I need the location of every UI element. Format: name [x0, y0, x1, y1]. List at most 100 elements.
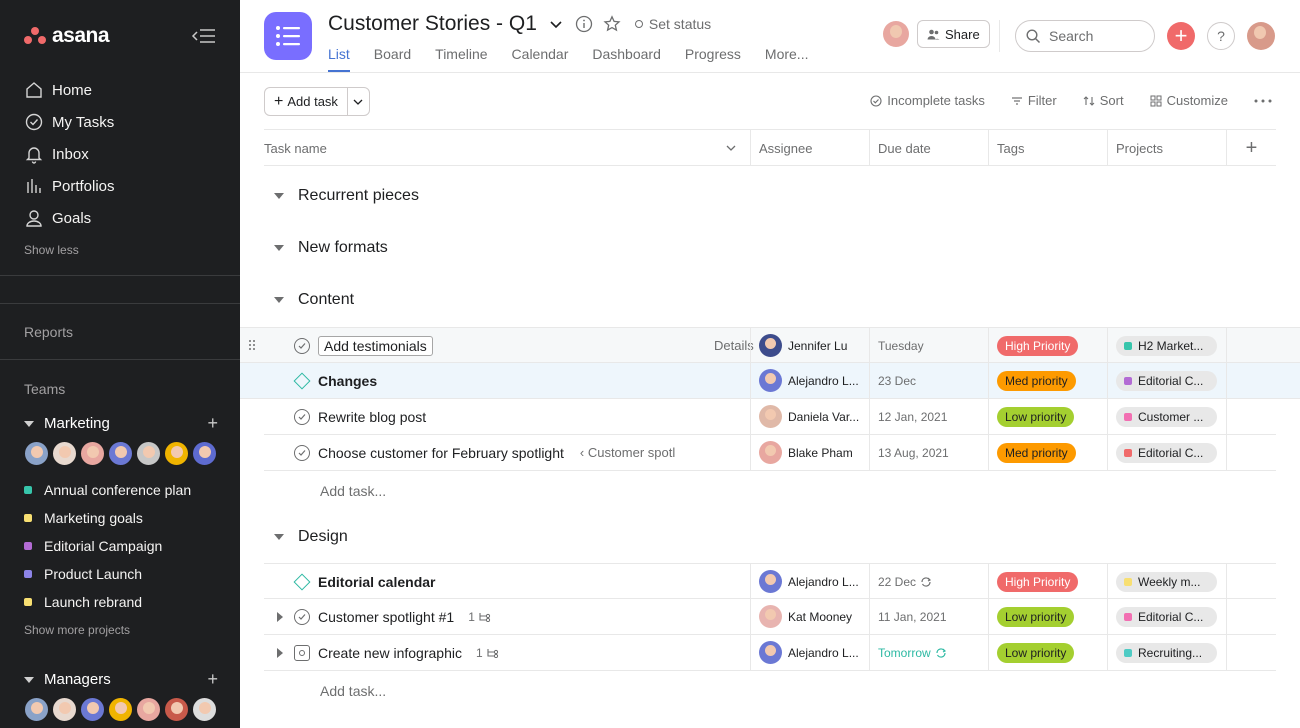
projects-cell[interactable]: Editorial C...	[1107, 599, 1226, 634]
chevron-down-icon[interactable]	[726, 145, 736, 151]
projects-cell[interactable]: Editorial C...	[1107, 435, 1226, 470]
star-icon[interactable]	[603, 15, 621, 33]
column-tags[interactable]: Tags	[988, 130, 1107, 166]
member-avatar[interactable]	[24, 441, 49, 466]
member-avatar[interactable]	[164, 697, 189, 722]
column-due-date[interactable]: Due date	[869, 130, 988, 166]
caret-down-icon[interactable]	[24, 420, 34, 427]
sidebar-project[interactable]: Editorial Campaign	[24, 532, 234, 560]
due-date-cell[interactable]: 22 Dec	[869, 564, 988, 599]
caret-down-icon[interactable]	[24, 676, 34, 683]
assignee-cell[interactable]: Alejandro L...	[750, 363, 869, 398]
table-row[interactable]: Add testimonials Details Jennifer Lu Tue…	[240, 327, 1300, 363]
project-pill[interactable]: Weekly m...	[1116, 571, 1217, 592]
tab-board[interactable]: Board	[374, 46, 411, 72]
project-pill[interactable]: Customer ...	[1116, 406, 1217, 427]
column-task-name[interactable]: Task name	[264, 130, 750, 166]
tab-calendar[interactable]: Calendar	[512, 46, 569, 72]
expand-subtasks-icon[interactable]	[277, 612, 283, 622]
complete-task-checkbox[interactable]	[294, 337, 310, 354]
sidebar-item-my-tasks[interactable]: My Tasks	[0, 106, 240, 138]
tag-pill[interactable]: Med priority	[997, 370, 1076, 391]
projects-cell[interactable]: Editorial C...	[1107, 363, 1226, 398]
due-date-cell[interactable]: 12 Jan, 2021	[869, 399, 988, 434]
table-row[interactable]: Create new infographic 1 Alejandro L... …	[264, 635, 1276, 671]
caret-down-icon[interactable]	[274, 297, 284, 303]
table-row[interactable]: Changes Alejandro L... 23 Dec Med priori…	[240, 363, 1300, 399]
task-name-cell[interactable]: Add testimonials	[294, 328, 750, 363]
tab-progress[interactable]: Progress	[685, 46, 741, 72]
sidebar-item-home[interactable]: Home	[0, 74, 240, 106]
project-pill[interactable]: Editorial C...	[1116, 442, 1217, 463]
show-less-link[interactable]: Show less	[0, 240, 240, 260]
expand-subtasks-icon[interactable]	[277, 648, 283, 658]
team-marketing-header[interactable]: Marketing +	[24, 413, 218, 434]
member-avatar[interactable]	[52, 697, 77, 722]
team-managers-header[interactable]: Managers +	[24, 669, 218, 690]
tag-pill[interactable]: Low priority	[997, 606, 1075, 627]
task-name-cell[interactable]: Customer spotlight #1 1	[294, 599, 750, 634]
incomplete-tasks-filter[interactable]: Incomplete tasks	[870, 93, 985, 108]
assignee-cell[interactable]: Alejandro L...	[750, 564, 869, 599]
assignee-cell[interactable]: Kat Mooney	[750, 599, 869, 634]
project-pill[interactable]: Editorial C...	[1116, 606, 1217, 627]
add-task-inline[interactable]: Add task...	[320, 683, 386, 699]
complete-task-checkbox[interactable]	[294, 408, 310, 425]
complete-task-checkbox[interactable]	[294, 444, 310, 461]
member-avatar[interactable]	[24, 697, 49, 722]
section-new-formats[interactable]: New formats	[264, 239, 388, 257]
tags-cell[interactable]: Low priority	[988, 399, 1107, 434]
sidebar-project[interactable]: Annual conference plan	[24, 476, 234, 504]
tag-pill[interactable]: High Priority	[997, 335, 1079, 356]
customize-button[interactable]: Customize	[1150, 93, 1228, 108]
member-avatar[interactable]	[80, 441, 105, 466]
assignee-cell[interactable]: Alejandro L...	[750, 635, 869, 670]
sidebar-reports[interactable]: Reports	[24, 324, 73, 340]
task-name-cell[interactable]: Changes	[293, 363, 750, 398]
add-task-button[interactable]: + Add task	[265, 88, 348, 115]
projects-cell[interactable]: H2 Market...	[1107, 328, 1226, 363]
sidebar-project[interactable]: Launch rebrand	[24, 588, 234, 616]
tags-cell[interactable]: Med priority	[988, 363, 1107, 398]
due-date-cell[interactable]: Tomorrow	[869, 635, 988, 670]
table-row[interactable]: Editorial calendar Alejandro L... 22 Dec…	[264, 563, 1276, 599]
set-status-button[interactable]: Set status	[634, 16, 711, 32]
drag-handle-icon[interactable]	[248, 339, 256, 351]
table-row[interactable]: Customer spotlight #1 1 Kat Mooney 11 Ja…	[264, 599, 1276, 635]
tab-more[interactable]: More...	[765, 46, 809, 72]
task-name-cell[interactable]: Choose customer for February spotlight ‹…	[294, 435, 750, 470]
asana-logo[interactable]: asana	[24, 24, 110, 48]
user-avatar[interactable]	[1247, 22, 1275, 50]
member-avatar[interactable]	[192, 441, 217, 466]
column-projects[interactable]: Projects	[1107, 130, 1226, 166]
quick-add-button[interactable]: +	[1167, 22, 1195, 50]
table-row[interactable]: Rewrite blog post Daniela Var... 12 Jan,…	[264, 399, 1276, 435]
complete-task-checkbox[interactable]	[294, 608, 310, 625]
tags-cell[interactable]: High Priority	[988, 564, 1107, 599]
assignee-cell[interactable]: Daniela Var...	[750, 399, 869, 434]
project-pill[interactable]: Recruiting...	[1116, 642, 1217, 663]
show-more-projects-link[interactable]: Show more projects	[24, 620, 234, 640]
sidebar-project[interactable]: Product Launch	[24, 560, 234, 588]
add-project-icon[interactable]: +	[207, 669, 218, 690]
assignee-cell[interactable]: Jennifer Lu	[750, 328, 869, 363]
search-input[interactable]: Search	[1015, 20, 1155, 52]
tags-cell[interactable]: Med priority	[988, 435, 1107, 470]
member-avatar[interactable]	[164, 441, 189, 466]
member-avatar[interactable]	[108, 441, 133, 466]
task-name-cell[interactable]: Editorial calendar	[293, 564, 750, 599]
milestone-icon[interactable]	[293, 372, 311, 389]
project-list-icon[interactable]	[264, 12, 312, 60]
due-date-cell[interactable]: 23 Dec	[869, 363, 988, 398]
member-avatar[interactable]	[192, 697, 217, 722]
section-design[interactable]: Design	[264, 528, 348, 546]
add-task-dropdown[interactable]	[348, 88, 369, 115]
add-task-inline[interactable]: Add task...	[320, 483, 386, 499]
share-button[interactable]: Share	[917, 20, 990, 48]
approval-icon[interactable]	[294, 644, 310, 661]
tab-list[interactable]: List	[328, 46, 350, 72]
tab-dashboard[interactable]: Dashboard	[592, 46, 661, 72]
caret-down-icon[interactable]	[274, 534, 284, 540]
add-column-button[interactable]: +	[1226, 130, 1276, 166]
more-options-icon[interactable]	[1254, 99, 1272, 103]
